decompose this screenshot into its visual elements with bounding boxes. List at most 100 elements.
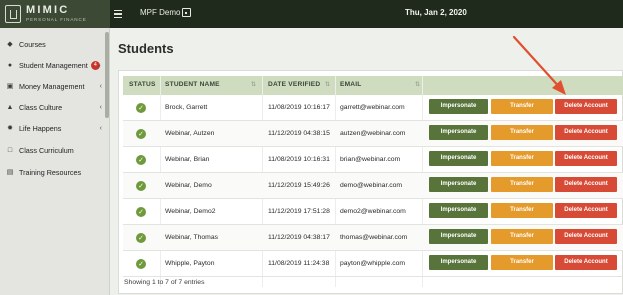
column-header-email[interactable]: EMAIL — [340, 81, 362, 88]
column-header-student-name[interactable]: STUDENT NAME — [165, 81, 220, 88]
chevron-down-icon: ⌄ — [96, 62, 102, 69]
delete-account-button[interactable]: Delete Account — [555, 177, 617, 192]
table-row: ✓ Webinar, Autzen 11/12/2019 04:38:15 au… — [123, 121, 623, 147]
current-date: Thu, Jan 2, 2020 — [405, 8, 467, 17]
transfer-button[interactable]: Transfer — [491, 177, 553, 192]
sort-icon[interactable]: ⇅ — [415, 81, 420, 88]
delete-account-button[interactable]: Delete Account — [555, 151, 617, 166]
top-bar: MIMIC PERSONAL FINANCE MPF Demo Thu, Jan… — [0, 0, 623, 28]
sidebar: ◆ Courses ● Student Management 4 ⌄ ▣ Mon… — [0, 28, 110, 295]
email: autzen@webinar.com — [340, 130, 406, 137]
student-name: Webinar, Demo — [165, 182, 212, 189]
column-header-status[interactable]: STATUS — [129, 81, 156, 88]
sort-icon[interactable]: ⇅ — [325, 81, 330, 88]
table-row: ✓ Brock, Garrett 11/08/2019 10:16:17 gar… — [123, 95, 623, 121]
delete-account-button[interactable]: Delete Account — [555, 255, 617, 270]
impersonate-button[interactable]: Impersonate — [429, 203, 488, 218]
student-name: Brock, Garrett — [165, 104, 208, 111]
chevron-left-icon: ‹ — [99, 124, 102, 132]
logo-name: MIMIC — [26, 4, 70, 17]
sidebar-item-money-management[interactable]: ▣ Money Management ‹ — [0, 76, 106, 96]
email: thomas@webinar.com — [340, 234, 408, 241]
transfer-button[interactable]: Transfer — [491, 99, 553, 114]
money-icon: ▣ — [6, 83, 14, 90]
transfer-button[interactable]: Transfer — [491, 255, 553, 270]
sidebar-item-life-happens[interactable]: ✹ Life Happens ‹ — [0, 118, 106, 138]
table-header: STATUS STUDENT NAME ⇅ DATE VERIFIED ⇅ EM… — [123, 76, 623, 95]
sidebar-item-training-resources[interactable]: ▤ Training Resources — [0, 162, 106, 182]
date-verified: 11/12/2019 04:38:15 — [268, 130, 330, 137]
delete-account-button[interactable]: Delete Account — [555, 99, 617, 114]
date-verified: 11/08/2019 10:16:17 — [268, 104, 330, 111]
delete-account-button[interactable]: Delete Account — [555, 203, 617, 218]
column-header-date-verified[interactable]: DATE VERIFIED — [268, 81, 320, 88]
logo-mark-icon — [5, 5, 21, 23]
impersonate-button[interactable]: Impersonate — [429, 151, 488, 166]
sidebar-item-courses[interactable]: ◆ Courses — [0, 34, 106, 54]
sidebar-item-class-curriculum[interactable]: □ Class Curriculum — [0, 140, 106, 160]
table-row: ✓ Webinar, Brian 11/08/2019 10:16:31 bri… — [123, 147, 623, 173]
document-icon: ▤ — [6, 169, 14, 176]
student-name: Webinar, Thomas — [165, 234, 219, 241]
sidebar-item-class-culture[interactable]: ▲ Class Culture ‹ — [0, 97, 106, 117]
date-verified: 11/12/2019 15:49:26 — [268, 182, 330, 189]
sidebar-item-label: Courses — [19, 39, 46, 49]
email: garrett@webinar.com — [340, 104, 405, 111]
impersonate-button[interactable]: Impersonate — [429, 255, 488, 270]
status-check-icon: ✓ — [136, 259, 146, 269]
calendar-icon[interactable] — [182, 8, 191, 17]
delete-account-button[interactable]: Delete Account — [555, 229, 617, 244]
status-check-icon: ✓ — [136, 233, 146, 243]
sidebar-item-label: Class Culture — [19, 102, 63, 112]
date-verified: 11/08/2019 11:24:38 — [268, 260, 330, 267]
hamburger-menu-icon[interactable] — [114, 7, 126, 21]
sidebar-item-label: Training Resources — [19, 167, 82, 177]
email: payton@whipple.com — [340, 260, 406, 267]
status-check-icon: ✓ — [136, 129, 146, 139]
sort-icon[interactable]: ⇅ — [251, 81, 256, 88]
date-verified: 11/12/2019 17:51:28 — [268, 208, 330, 215]
page-title: Students — [118, 41, 174, 56]
folder-icon: □ — [7, 146, 13, 154]
impersonate-button[interactable]: Impersonate — [429, 99, 488, 114]
table-row: ✓ Whipple, Payton 11/08/2019 11:24:38 pa… — [123, 251, 623, 277]
date-verified: 11/12/2019 04:38:17 — [268, 234, 330, 241]
table-row: ✓ Webinar, Demo2 11/12/2019 17:51:28 dem… — [123, 199, 623, 225]
students-table-card: STATUS STUDENT NAME ⇅ DATE VERIFIED ⇅ EM… — [118, 70, 623, 294]
transfer-button[interactable]: Transfer — [491, 203, 553, 218]
logo[interactable]: MIMIC PERSONAL FINANCE — [0, 0, 110, 28]
status-check-icon: ✓ — [136, 155, 146, 165]
impersonate-button[interactable]: Impersonate — [429, 229, 488, 244]
student-name: Webinar, Brian — [165, 156, 210, 163]
sidebar-scrollbar[interactable] — [105, 32, 109, 118]
user-icon: ● — [7, 61, 13, 69]
transfer-button[interactable]: Transfer — [491, 125, 553, 140]
gear-icon: ✹ — [7, 125, 13, 132]
sidebar-item-student-management[interactable]: ● Student Management 4 ⌄ — [0, 55, 106, 75]
student-name: Webinar, Autzen — [165, 130, 215, 137]
graduation-cap-icon: ◆ — [7, 41, 13, 48]
date-verified: 11/08/2019 10:16:31 — [268, 156, 330, 163]
impersonate-button[interactable]: Impersonate — [429, 125, 488, 140]
demo-label: MPF Demo — [140, 8, 181, 17]
location-icon: ▲ — [6, 103, 14, 111]
table-row: ✓ Webinar, Thomas 11/12/2019 04:38:17 th… — [123, 225, 623, 251]
email: demo@webinar.com — [340, 182, 403, 189]
status-check-icon: ✓ — [136, 181, 146, 191]
transfer-button[interactable]: Transfer — [491, 229, 553, 244]
sidebar-item-label: Class Curriculum — [19, 145, 74, 155]
logo-subtitle: PERSONAL FINANCE — [26, 17, 87, 23]
student-name: Whipple, Payton — [165, 260, 215, 267]
impersonate-button[interactable]: Impersonate — [429, 177, 488, 192]
sidebar-item-label: Life Happens — [19, 123, 62, 133]
delete-account-button[interactable]: Delete Account — [555, 125, 617, 140]
table-footer-info: Showing 1 to 7 of 7 entries — [124, 279, 205, 286]
table-row: ✓ Webinar, Demo 11/12/2019 15:49:26 demo… — [123, 173, 623, 199]
status-check-icon: ✓ — [136, 103, 146, 113]
student-name: Webinar, Demo2 — [165, 208, 216, 215]
status-check-icon: ✓ — [136, 207, 146, 217]
email: demo2@webinar.com — [340, 208, 406, 215]
sidebar-item-label: Money Management — [19, 81, 85, 91]
chevron-left-icon: ‹ — [99, 82, 102, 90]
transfer-button[interactable]: Transfer — [491, 151, 553, 166]
